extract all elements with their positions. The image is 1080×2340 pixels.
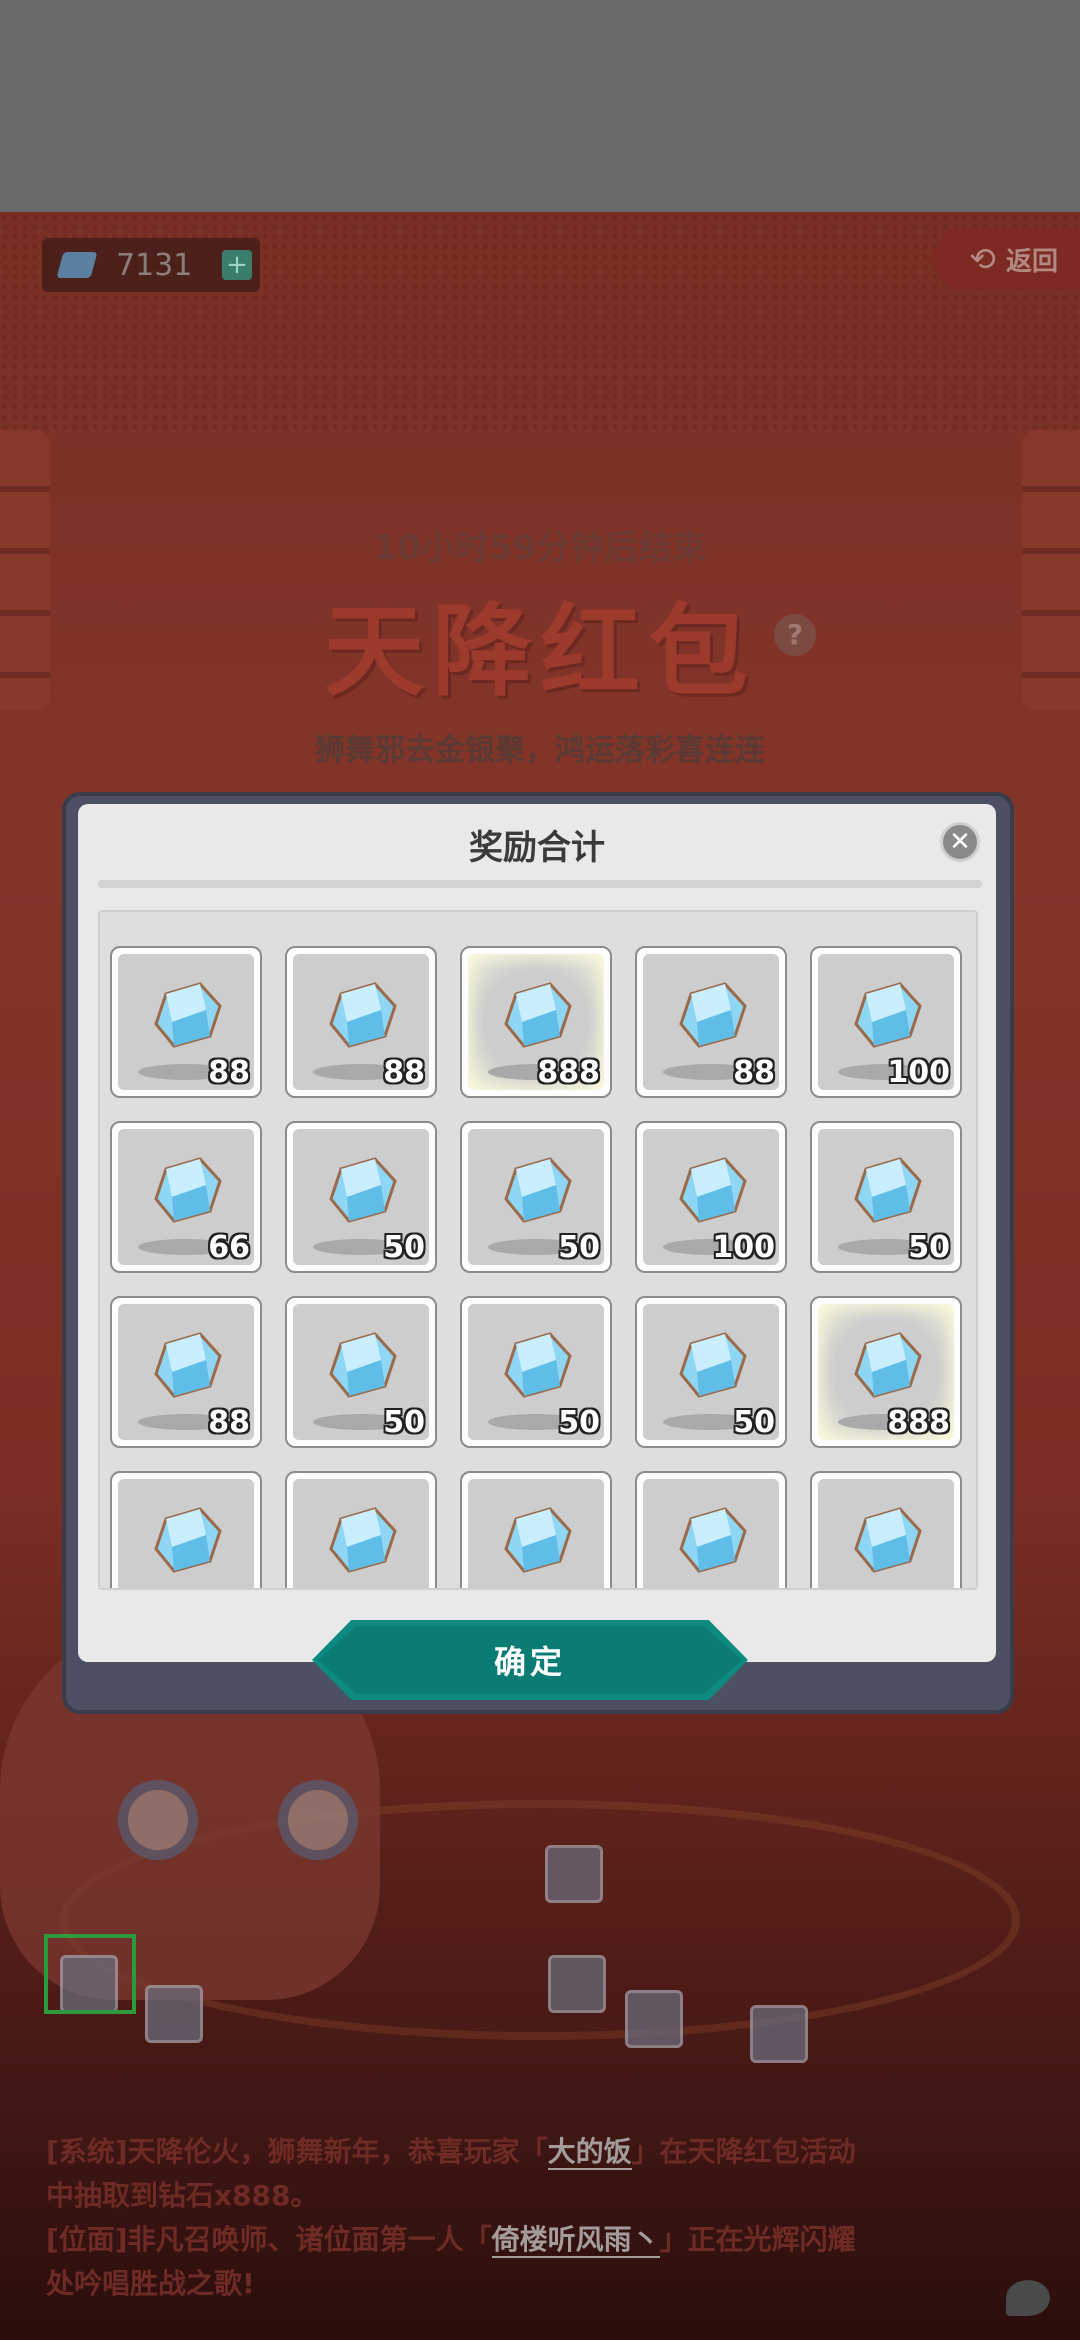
log-line: [位面]非凡召唤师、诸位面第一人「倚楼听风雨丶」正在光辉闪耀 <box>46 2218 1006 2262</box>
reward-quantity: 66 <box>208 1230 250 1265</box>
reward-quantity: 50 <box>733 1405 775 1440</box>
player-name-link[interactable]: 大的饭 <box>547 2135 632 2170</box>
item-shadow <box>838 1589 934 1590</box>
hero-card[interactable] <box>548 1955 606 2013</box>
reward-quantity: 50 <box>558 1230 600 1265</box>
reward-quantity: 88 <box>208 1405 250 1440</box>
reward-item[interactable] <box>285 1471 437 1590</box>
back-arrow-icon: ⟲ <box>969 240 996 278</box>
diamond-count: 7131 <box>116 247 193 283</box>
hero-card[interactable] <box>145 1985 203 2043</box>
log-line: 中抽取到钻石x888。 <box>46 2179 319 2212</box>
selection-frame <box>44 1934 136 2014</box>
reward-item[interactable]: 88 <box>285 946 437 1098</box>
back-label: 返回 <box>1005 246 1058 277</box>
reward-quantity: 50 <box>908 1230 950 1265</box>
reward-quantity: 50 <box>383 1230 425 1265</box>
reward-item[interactable]: 888 <box>810 1296 962 1448</box>
reward-quantity: 888 <box>537 1055 600 1090</box>
reward-item[interactable]: 50 <box>285 1121 437 1273</box>
reward-item[interactable]: 100 <box>810 946 962 1098</box>
player-name-link[interactable]: 倚楼听风雨丶 <box>491 2223 660 2258</box>
reward-quantity: 88 <box>208 1055 250 1090</box>
reward-list[interactable]: 88 88 888 88 100 66 50 50 100 50 88 50 50 50 888 <box>98 910 978 1590</box>
broadcast-log: [系统]天降伦火，狮舞新年，恭喜玩家「大的饭」在天降红包活动 中抽取到钻石x88… <box>46 2130 1006 2306</box>
reward-item[interactable] <box>460 1471 612 1590</box>
reward-item[interactable]: 50 <box>460 1296 612 1448</box>
reward-item[interactable] <box>810 1471 962 1590</box>
diamond-currency-bar[interactable]: 7131 + <box>42 238 260 292</box>
reward-quantity: 888 <box>887 1405 950 1440</box>
add-diamond-button[interactable]: + <box>222 250 252 280</box>
reward-quantity: 100 <box>712 1230 775 1265</box>
reward-item[interactable]: 50 <box>810 1121 962 1273</box>
reward-grid: 88 88 888 88 100 66 50 50 100 50 88 50 50 50 888 <box>110 946 962 1590</box>
reward-item[interactable] <box>110 1471 262 1590</box>
reward-quantity: 50 <box>383 1405 425 1440</box>
back-button[interactable]: ⟲ 返回 <box>928 228 1080 290</box>
confirm-button[interactable]: 确定 <box>312 1620 748 1700</box>
reward-quantity: 88 <box>733 1055 775 1090</box>
log-text: 」在天降红包活动 <box>631 2135 856 2168</box>
reward-item[interactable]: 88 <box>110 946 262 1098</box>
lion-eye-decoration <box>278 1780 358 1860</box>
event-title: 天降红包 <box>324 593 756 710</box>
item-shadow <box>663 1589 759 1590</box>
log-text: [位面]非凡召唤师、诸位面第一人「 <box>46 2223 492 2256</box>
item-shadow <box>138 1589 234 1590</box>
log-line: 处吟唱胜战之歌! <box>46 2267 255 2300</box>
event-countdown: 10小时59分钟后结束 <box>373 528 707 568</box>
log-text: 」正在光辉闪耀 <box>659 2223 856 2256</box>
dialog-title: 奖励合计 <box>469 828 605 868</box>
item-shadow <box>313 1589 409 1590</box>
reward-quantity: 88 <box>383 1055 425 1090</box>
confirm-label: 确定 <box>493 1643 566 1681</box>
item-shadow <box>488 1589 584 1590</box>
reward-item[interactable]: 66 <box>110 1121 262 1273</box>
title-divider <box>98 880 982 888</box>
help-icon[interactable]: ? <box>774 614 816 656</box>
reward-item[interactable]: 888 <box>460 946 612 1098</box>
log-line: [系统]天降伦火，狮舞新年，恭喜玩家「大的饭」在天降红包活动 <box>46 2130 1006 2174</box>
reward-quantity: 50 <box>558 1405 600 1440</box>
event-subtitle: 狮舞邪去金银聚，鸿运落彩喜连连 <box>315 733 765 768</box>
log-text: [系统]天降伦火，狮舞新年，恭喜玩家「 <box>46 2135 548 2168</box>
lion-eye-decoration <box>118 1780 198 1860</box>
hero-card[interactable] <box>625 1990 683 2048</box>
reward-item[interactable]: 88 <box>110 1296 262 1448</box>
hero-card[interactable] <box>545 1845 603 1903</box>
hero-card[interactable] <box>750 2005 808 2063</box>
close-button[interactable]: ✕ <box>940 822 980 862</box>
diamond-icon <box>56 252 98 278</box>
reward-item[interactable] <box>635 1471 787 1590</box>
reward-item[interactable]: 50 <box>635 1296 787 1448</box>
reward-item[interactable]: 50 <box>460 1121 612 1273</box>
reward-item[interactable]: 88 <box>635 946 787 1098</box>
reward-item[interactable]: 100 <box>635 1121 787 1273</box>
reward-quantity: 100 <box>887 1055 950 1090</box>
chat-icon[interactable] <box>1006 2280 1050 2316</box>
status-bar-area <box>0 0 1080 212</box>
reward-item[interactable]: 50 <box>285 1296 437 1448</box>
